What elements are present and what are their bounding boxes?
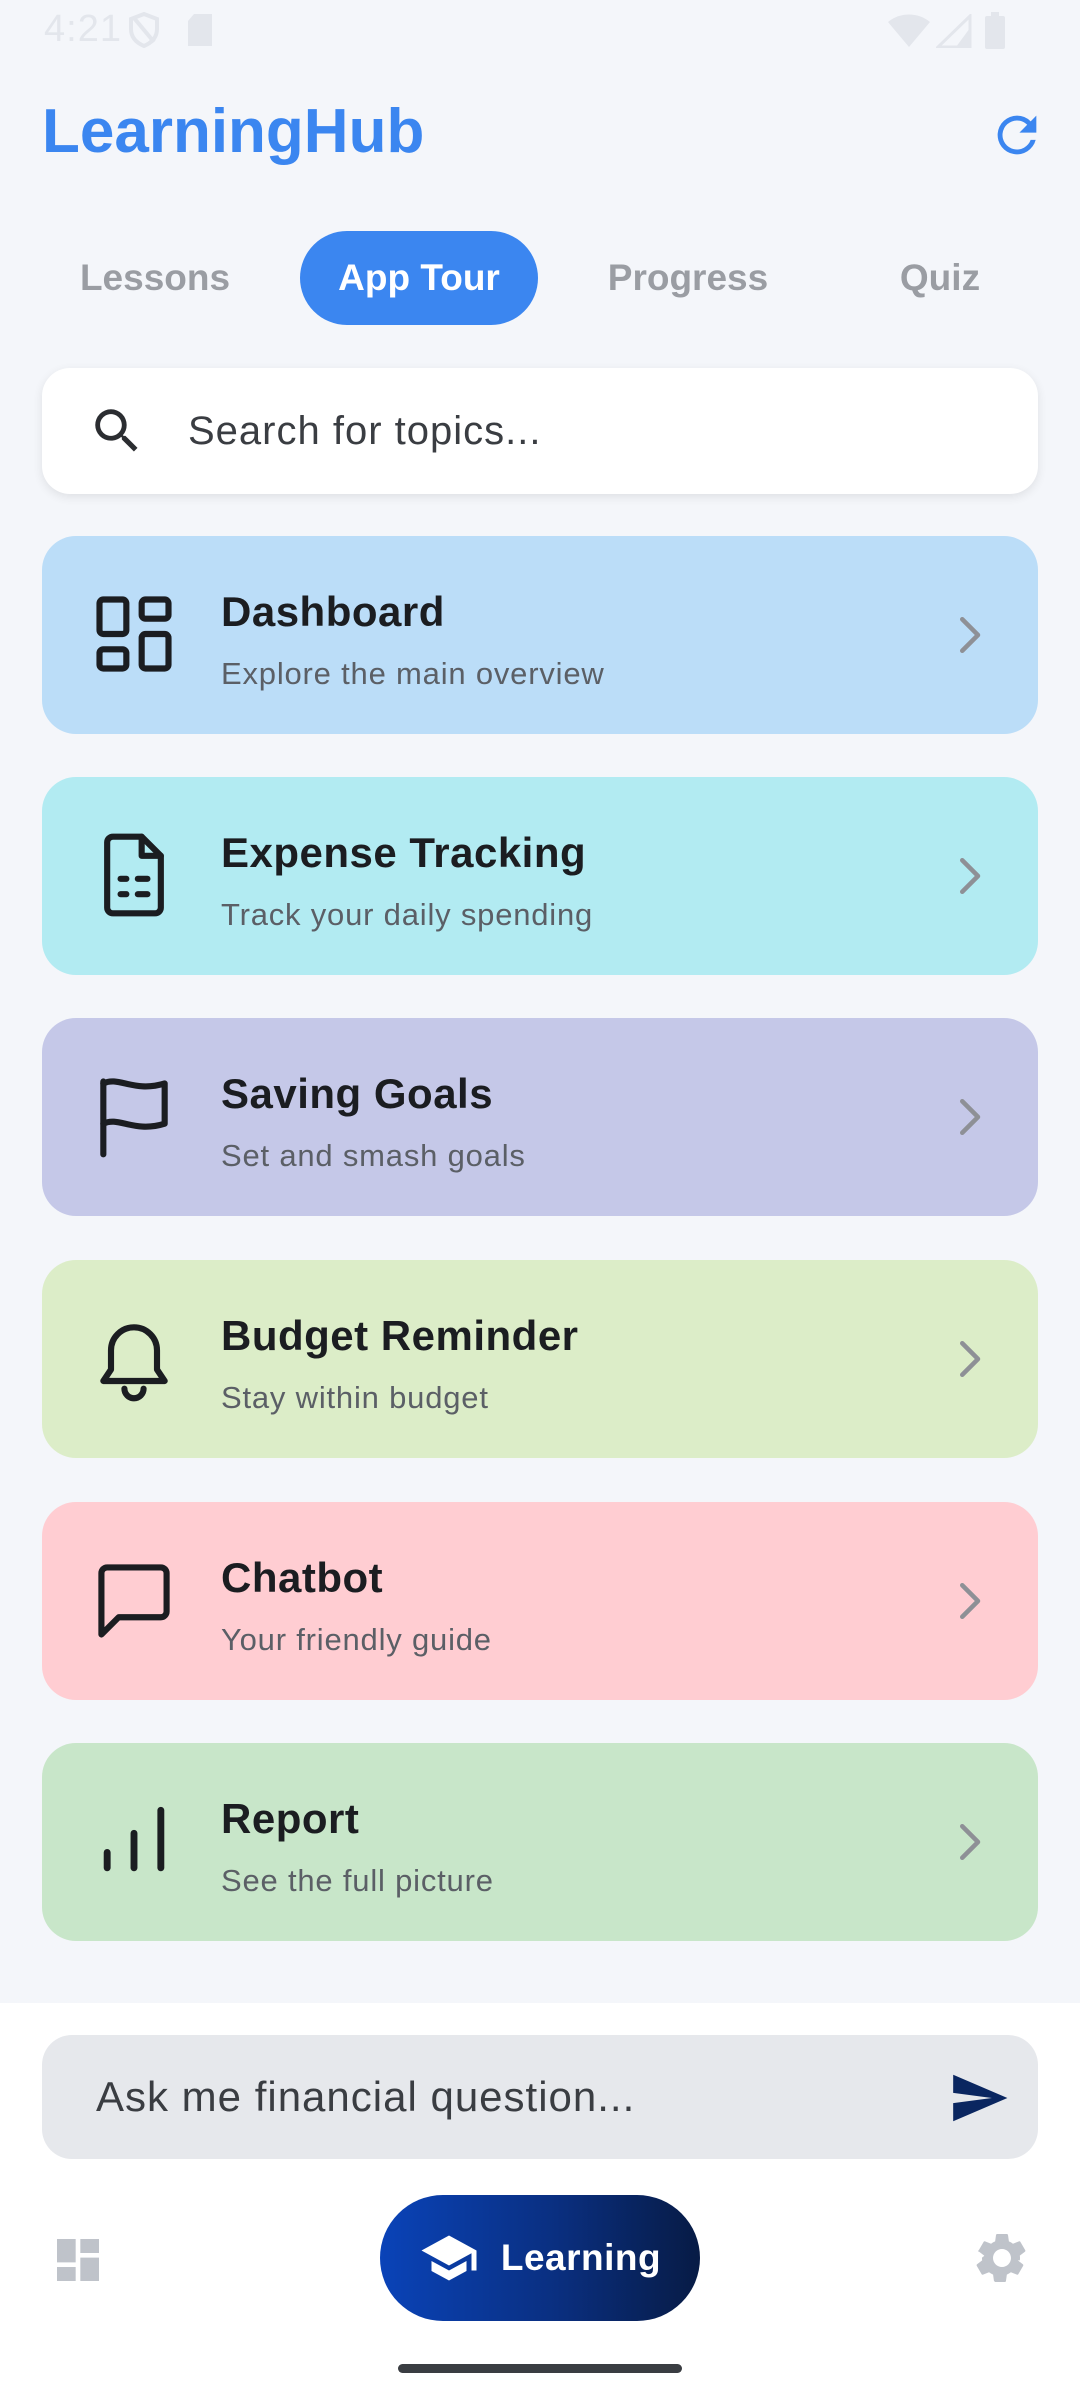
app-screen: 4:21 LearningHub Lessons App Tour Progre… — [0, 0, 1080, 2400]
app-title: LearningHub — [42, 97, 425, 166]
signal-icon — [936, 14, 972, 48]
home-indicator[interactable] — [398, 2364, 682, 2373]
shield-icon — [129, 12, 159, 48]
gear-icon[interactable] — [972, 2228, 1032, 2288]
status-time: 4:21 — [44, 8, 122, 50]
chevron-right-icon — [960, 1099, 981, 1135]
tab-app-tour[interactable]: App Tour — [300, 231, 538, 325]
chevron-right-icon — [960, 617, 981, 653]
dashboard-grid-icon — [96, 596, 172, 672]
card-budget-reminder[interactable]: Budget Reminder Stay within budget — [42, 1260, 1038, 1458]
tab-progress[interactable]: Progress — [564, 231, 812, 325]
ask-bar[interactable] — [42, 2035, 1038, 2159]
refresh-icon[interactable] — [988, 106, 1046, 164]
chevron-right-icon — [960, 1583, 981, 1619]
card-subtitle: Track your daily spending — [221, 897, 594, 932]
graduation-cap-icon — [421, 2235, 477, 2281]
chat-bubble-icon — [98, 1564, 170, 1638]
tab-quiz[interactable]: Quiz — [842, 231, 1038, 325]
tab-bar: Lessons App Tour Progress Quiz — [42, 231, 1038, 325]
card-saving-goals[interactable]: Saving Goals Set and smash goals — [42, 1018, 1038, 1216]
send-icon[interactable] — [948, 2067, 1010, 2129]
search-input[interactable] — [188, 368, 988, 494]
card-subtitle: See the full picture — [221, 1863, 494, 1898]
battery-icon — [985, 12, 1005, 49]
card-subtitle: Your friendly guide — [221, 1622, 492, 1657]
ask-input[interactable] — [96, 2035, 916, 2159]
flag-icon — [100, 1078, 168, 1158]
card-title: Budget Reminder — [221, 1312, 579, 1359]
card-title: Dashboard — [221, 588, 445, 635]
card-subtitle: Explore the main overview — [221, 656, 605, 691]
status-bar: 4:21 — [0, 0, 1080, 62]
search-bar[interactable] — [42, 368, 1038, 494]
document-icon — [104, 833, 164, 917]
tab-lessons[interactable]: Lessons — [42, 231, 268, 325]
card-title: Chatbot — [221, 1554, 384, 1601]
card-chatbot[interactable]: Chatbot Your friendly guide — [42, 1502, 1038, 1700]
nav-learning-label: Learning — [500, 2237, 662, 2278]
card-title: Report — [221, 1795, 360, 1842]
card-report[interactable]: Report See the full picture — [42, 1743, 1038, 1941]
card-title: Saving Goals — [221, 1070, 494, 1117]
chevron-right-icon — [960, 1824, 981, 1860]
bell-icon — [100, 1324, 168, 1402]
card-dashboard[interactable]: Dashboard Explore the main overview — [42, 536, 1038, 734]
sim-card-icon — [188, 14, 212, 46]
card-title: Expense Tracking — [221, 829, 587, 876]
card-expense-tracking[interactable]: Expense Tracking Track your daily spendi… — [42, 777, 1038, 975]
wifi-icon — [888, 14, 930, 47]
chevron-right-icon — [960, 858, 981, 894]
dashboard-nav-icon[interactable] — [50, 2232, 106, 2288]
card-subtitle: Stay within budget — [221, 1380, 489, 1415]
search-icon — [95, 409, 138, 452]
card-subtitle: Set and smash goals — [221, 1138, 526, 1173]
bar-chart-icon — [103, 1806, 165, 1872]
nav-learning-button[interactable]: Learning — [380, 2195, 700, 2321]
chevron-right-icon — [960, 1341, 981, 1377]
